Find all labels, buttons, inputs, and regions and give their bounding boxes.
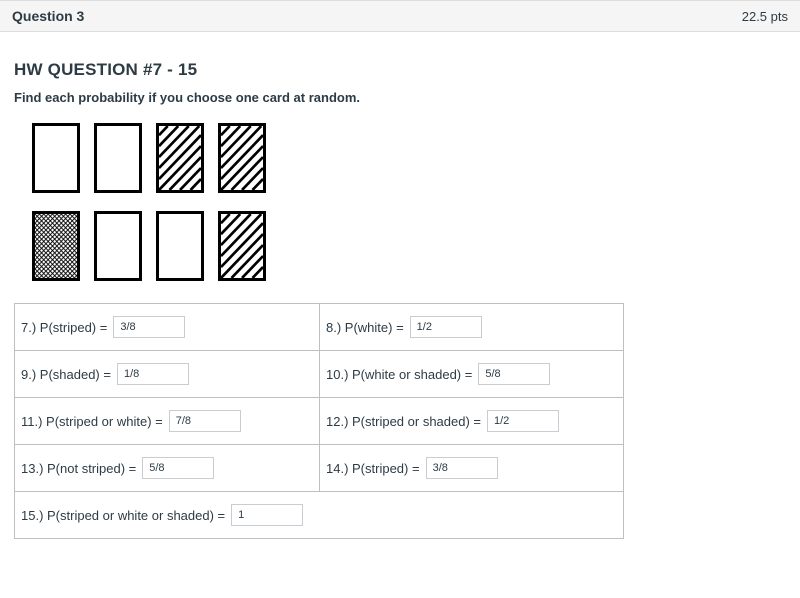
answer-cell-11: 11.) P(striped or white) = (15, 398, 319, 444)
answer-input-13[interactable] (142, 457, 214, 479)
answer-cell-7: 7.) P(striped) = (15, 304, 319, 350)
answer-cell-14: 14.) P(striped) = (319, 445, 623, 491)
answer-input-15[interactable] (231, 504, 303, 526)
cards-figure (32, 123, 786, 281)
answer-input-14[interactable] (426, 457, 498, 479)
answer-label: 9.) P(shaded) = (21, 367, 111, 382)
answer-label: 7.) P(striped) = (21, 320, 107, 335)
answer-label: 14.) P(striped) = (326, 461, 420, 476)
answer-label: 12.) P(striped or shaded) = (326, 414, 481, 429)
hw-title: HW QUESTION #7 - 15 (14, 60, 786, 80)
card-white (94, 211, 142, 281)
answer-input-12[interactable] (487, 410, 559, 432)
card-row (32, 123, 786, 193)
answer-input-7[interactable] (113, 316, 185, 338)
answer-input-11[interactable] (169, 410, 241, 432)
card-striped (218, 211, 266, 281)
instruction-text: Find each probability if you choose one … (14, 90, 786, 105)
answer-cell-9: 9.) P(shaded) = (15, 351, 319, 397)
question-points: 22.5 pts (742, 9, 788, 24)
card-row (32, 211, 786, 281)
answer-cell-8: 8.) P(white) = (319, 304, 623, 350)
answer-label: 10.) P(white or shaded) = (326, 367, 472, 382)
answer-label: 15.) P(striped or white or shaded) = (21, 508, 225, 523)
card-striped (156, 123, 204, 193)
answer-label: 13.) P(not striped) = (21, 461, 136, 476)
card-white (94, 123, 142, 193)
question-number: Question 3 (12, 8, 84, 24)
answer-input-8[interactable] (410, 316, 482, 338)
answer-label: 11.) P(striped or white) = (21, 414, 163, 429)
answer-input-9[interactable] (117, 363, 189, 385)
answer-input-10[interactable] (478, 363, 550, 385)
answers-table: 7.) P(striped) = 8.) P(white) = 9.) P(sh… (14, 303, 624, 539)
question-body: HW QUESTION #7 - 15 Find each probabilit… (0, 32, 800, 559)
card-white (156, 211, 204, 281)
answer-cell-15: 15.) P(striped or white or shaded) = (15, 492, 623, 538)
answer-cell-12: 12.) P(striped or shaded) = (319, 398, 623, 444)
question-header: Question 3 22.5 pts (0, 0, 800, 32)
answer-cell-13: 13.) P(not striped) = (15, 445, 319, 491)
card-white (32, 123, 80, 193)
answer-label: 8.) P(white) = (326, 320, 404, 335)
answer-cell-10: 10.) P(white or shaded) = (319, 351, 623, 397)
card-shaded (32, 211, 80, 281)
card-striped (218, 123, 266, 193)
